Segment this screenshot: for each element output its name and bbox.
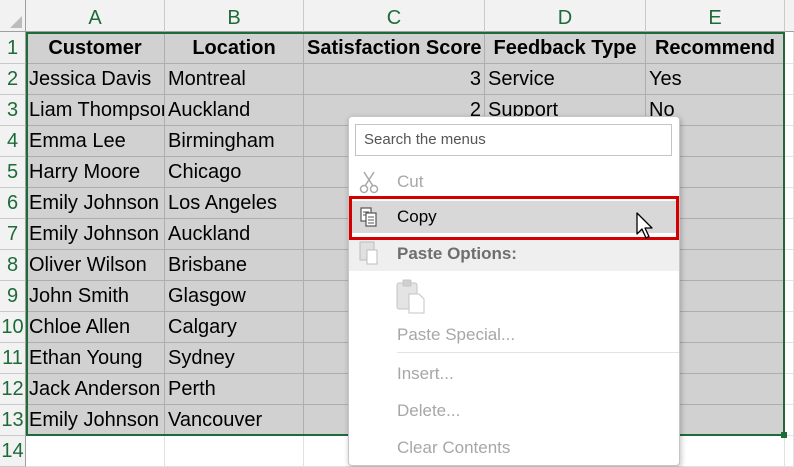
column-header-c[interactable]: C bbox=[304, 0, 485, 32]
copy-icon bbox=[355, 201, 383, 233]
clear-contents-menu-item[interactable]: Clear Contents bbox=[349, 432, 679, 464]
row-header-7[interactable]: 7 bbox=[0, 219, 26, 250]
select-all-corner[interactable] bbox=[0, 0, 26, 32]
header-cell[interactable]: Recommend bbox=[646, 32, 785, 64]
context-menu: Search the menus Cut Copy bbox=[348, 116, 680, 466]
cut-menu-item[interactable]: Cut bbox=[349, 166, 679, 198]
row-header-4[interactable]: 4 bbox=[0, 126, 26, 157]
table-cell[interactable] bbox=[26, 436, 165, 467]
table-cell[interactable] bbox=[785, 219, 794, 250]
table-cell[interactable]: Brisbane bbox=[165, 250, 304, 281]
row-header-9[interactable]: 9 bbox=[0, 281, 26, 312]
search-menus-input[interactable]: Search the menus bbox=[355, 124, 672, 156]
table-cell[interactable]: Emily Johnson bbox=[26, 188, 165, 219]
table-cell[interactable]: Harry Moore bbox=[26, 157, 165, 188]
table-cell[interactable] bbox=[785, 312, 794, 343]
clear-contents-label: Clear Contents bbox=[397, 438, 510, 458]
table-cell[interactable]: Service bbox=[485, 64, 646, 95]
table-cell[interactable] bbox=[785, 188, 794, 219]
table-cell[interactable] bbox=[785, 95, 794, 126]
paste-special-menu-item[interactable]: Paste Special... bbox=[349, 319, 679, 351]
clipboard-paste-icon bbox=[393, 277, 433, 324]
table-cell[interactable]: Auckland bbox=[165, 95, 304, 126]
table-cell[interactable] bbox=[165, 436, 304, 467]
table-cell[interactable]: 3 bbox=[304, 64, 485, 95]
row-header-13[interactable]: 13 bbox=[0, 405, 26, 436]
table-cell[interactable]: Oliver Wilson bbox=[26, 250, 165, 281]
delete-menu-item[interactable]: Delete... bbox=[349, 395, 679, 427]
copy-label: Copy bbox=[397, 207, 437, 227]
insert-menu-item[interactable]: Insert... bbox=[349, 358, 679, 390]
column-header-e[interactable]: E bbox=[646, 0, 785, 32]
row-header-2[interactable]: 2 bbox=[0, 64, 26, 95]
table-cell[interactable]: Jessica Davis bbox=[26, 64, 165, 95]
table-cell[interactable]: Ethan Young bbox=[26, 343, 165, 374]
paste-header-icon bbox=[355, 238, 383, 270]
row-header-5[interactable]: 5 bbox=[0, 157, 26, 188]
table-cell[interactable] bbox=[785, 64, 794, 95]
paste-options-header: Paste Options: bbox=[349, 237, 679, 271]
column-header-f[interactable] bbox=[785, 0, 794, 32]
row-header-11[interactable]: 11 bbox=[0, 343, 26, 374]
table-cell[interactable]: Vancouver bbox=[165, 405, 304, 436]
table-cell[interactable]: Birmingham bbox=[165, 126, 304, 157]
menu-separator bbox=[397, 352, 679, 353]
column-header-b[interactable]: B bbox=[165, 0, 304, 32]
table-cell[interactable]: Montreal bbox=[165, 64, 304, 95]
column-header-d[interactable]: D bbox=[485, 0, 646, 32]
row-header-1[interactable]: 1 bbox=[0, 32, 26, 64]
header-cell[interactable]: Customer bbox=[26, 32, 165, 64]
fill-handle[interactable] bbox=[781, 432, 787, 438]
table-cell[interactable]: John Smith bbox=[26, 281, 165, 312]
header-cell[interactable]: Satisfaction Score bbox=[304, 32, 485, 64]
table-cell[interactable]: Sydney bbox=[165, 343, 304, 374]
header-cell[interactable]: Feedback Type bbox=[485, 32, 646, 64]
table-cell[interactable]: Yes bbox=[646, 64, 785, 95]
insert-label: Insert... bbox=[397, 364, 454, 384]
row-header-8[interactable]: 8 bbox=[0, 250, 26, 281]
table-cell[interactable]: Chloe Allen bbox=[26, 312, 165, 343]
header-cell[interactable] bbox=[785, 32, 794, 64]
delete-label: Delete... bbox=[397, 401, 460, 421]
table-cell[interactable] bbox=[785, 250, 794, 281]
table-cell[interactable]: Emily Johnson bbox=[26, 405, 165, 436]
table-cell[interactable]: Liam Thompson bbox=[26, 95, 165, 126]
row-header-10[interactable]: 10 bbox=[0, 312, 26, 343]
table-cell[interactable] bbox=[785, 126, 794, 157]
table-cell[interactable]: Jack Anderson bbox=[26, 374, 165, 405]
table-cell[interactable] bbox=[785, 281, 794, 312]
paste-options-label: Paste Options: bbox=[397, 244, 517, 264]
table-cell[interactable] bbox=[785, 157, 794, 188]
table-cell[interactable]: Calgary bbox=[165, 312, 304, 343]
scissors-icon bbox=[355, 166, 383, 198]
table-cell[interactable]: Emily Johnson bbox=[26, 219, 165, 250]
row-header-3[interactable]: 3 bbox=[0, 95, 26, 126]
table-cell[interactable]: Los Angeles bbox=[165, 188, 304, 219]
header-cell[interactable]: Location bbox=[165, 32, 304, 64]
table-cell[interactable]: Chicago bbox=[165, 157, 304, 188]
table-cell[interactable] bbox=[785, 436, 794, 467]
column-header-a[interactable]: A bbox=[26, 0, 165, 32]
paste-special-label: Paste Special... bbox=[397, 325, 515, 345]
table-cell[interactable]: Emma Lee bbox=[26, 126, 165, 157]
row-header-12[interactable]: 12 bbox=[0, 374, 26, 405]
table-cell[interactable] bbox=[785, 343, 794, 374]
table-cell[interactable] bbox=[785, 374, 794, 405]
table-cell[interactable]: Perth bbox=[165, 374, 304, 405]
table-cell[interactable]: Auckland bbox=[165, 219, 304, 250]
cut-label: Cut bbox=[397, 172, 423, 192]
row-header-14[interactable]: 14 bbox=[0, 436, 26, 467]
paste-button[interactable] bbox=[393, 277, 433, 319]
row-header-6[interactable]: 6 bbox=[0, 188, 26, 219]
copy-menu-item[interactable]: Copy bbox=[349, 201, 679, 233]
table-cell[interactable]: Glasgow bbox=[165, 281, 304, 312]
